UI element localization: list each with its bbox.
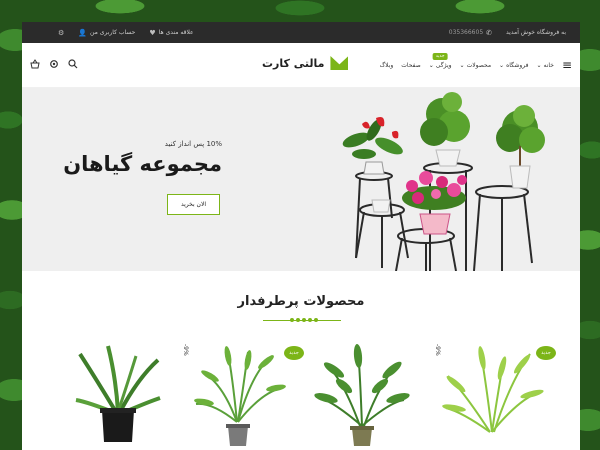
chevron-down-icon: ⌄ [536,61,542,69]
main-nav: خانه ⌄ فروشگاه ⌄ محصولات ⌄ جدید ویژگی ⌄ [380,52,554,69]
divider-dot [308,318,312,322]
title-divider [263,318,341,322]
discount-label: -9% [182,344,189,356]
bamboo-plant-image [314,344,410,446]
account-label: حساب کاربری من [90,29,136,36]
chevron-down-icon: ⌄ [459,61,465,69]
hamburger-menu-icon[interactable]: ≡ [562,58,572,72]
new-badge: جدید [536,346,556,360]
wishlist-link[interactable]: ♥ علاقه مندی ها [149,29,193,37]
product-card[interactable]: جدید -9% [182,342,306,450]
nav-item-products[interactable]: محصولات ⌄ [460,62,492,69]
settings-icon[interactable] [49,59,59,72]
divider-dot [302,318,306,322]
divider-dots [290,318,318,322]
new-badge: جدید [284,346,304,360]
welcome-message: به فروشگاه خوش آمدید [506,29,566,36]
header-icons [30,58,78,72]
nav-label: فروشگاه [506,61,529,69]
heart-icon: ♥ [149,28,156,37]
nav-item-pages[interactable]: صفحات [401,62,420,69]
site-frame: ⚙ 👤 حساب کاربری من ♥ علاقه مندی ها 03536… [22,22,580,450]
discount-label: -9% [434,344,441,356]
featured-products-title: محصولات پرطرفدار [237,294,365,309]
logo-text: مالتی کارت [262,56,325,70]
shop-now-button[interactable]: الان بخرید [167,194,220,215]
wishlist-label: علاقه مندی ها [158,29,194,36]
phone-number: 035366605 [448,29,484,36]
nav-label: خانه [543,61,554,69]
nav-item-home[interactable]: خانه ⌄ [536,62,553,69]
chevron-down-icon: ⌄ [428,61,434,69]
phone-contact: 035366605 ✆ [449,29,492,37]
nav-label: وبلاگ [379,61,394,69]
product-card[interactable]: جدید -9% [434,342,558,450]
nav-item-shop[interactable]: فروشگاه ⌄ [499,62,528,69]
top-bar-right: 035366605 ✆ به فروشگاه خوش آمدید [449,29,566,37]
site-logo[interactable]: مالتی کارت [262,56,349,70]
new-badge: جدید [432,52,448,60]
chevron-down-icon: ⌄ [499,61,505,69]
top-bar-left: ⚙ 👤 حساب کاربری من ♥ علاقه مندی ها [58,29,194,37]
divider-dot [290,318,294,322]
product-card[interactable] [58,342,182,450]
welcome-text: به فروشگاه خوش آمدید [506,29,566,36]
nav-item-features[interactable]: جدید ویژگی ⌄ [428,52,452,69]
search-icon[interactable] [68,58,78,72]
nav-wrapper: خانه ⌄ فروشگاه ⌄ محصولات ⌄ جدید ویژگی ⌄ [380,52,572,72]
user-icon: 👤 [78,28,87,37]
logo-mark-icon [330,56,349,70]
nav-label: محصولات [466,61,492,69]
hero-text: 10% پس انداز کنید مجموعه گیاهان [54,140,222,176]
top-bar: ⚙ 👤 حساب کاربری من ♥ علاقه مندی ها 03536… [22,22,580,43]
hero-subtitle: 10% پس انداز کنید [164,140,222,148]
phone-icon: ✆ [486,28,493,37]
hero-title: مجموعه گیاهان [63,152,222,176]
product-grid: جدید -9% جدید -9% [22,342,580,450]
aloe-plant-image [75,345,161,442]
cart-icon[interactable] [30,58,40,72]
nav-item-blog[interactable]: وبلاگ [380,62,394,69]
divider-dot [314,318,318,322]
product-card[interactable] [304,342,428,450]
account-link[interactable]: 👤 حساب کاربری من [78,29,135,37]
nav-label: صفحات [401,61,421,69]
gear-icon[interactable]: ⚙ [58,29,64,37]
hero-banner: 10% پس انداز کنید مجموعه گیاهان الان بخر… [22,88,580,271]
main-header: مالتی کارت خانه ⌄ فروشگاه ⌄ محصولات ⌄ جد… [22,43,580,88]
divider-dot [296,318,300,322]
plant-stand-image [342,92,545,271]
nav-label: ویژگی [435,61,452,69]
